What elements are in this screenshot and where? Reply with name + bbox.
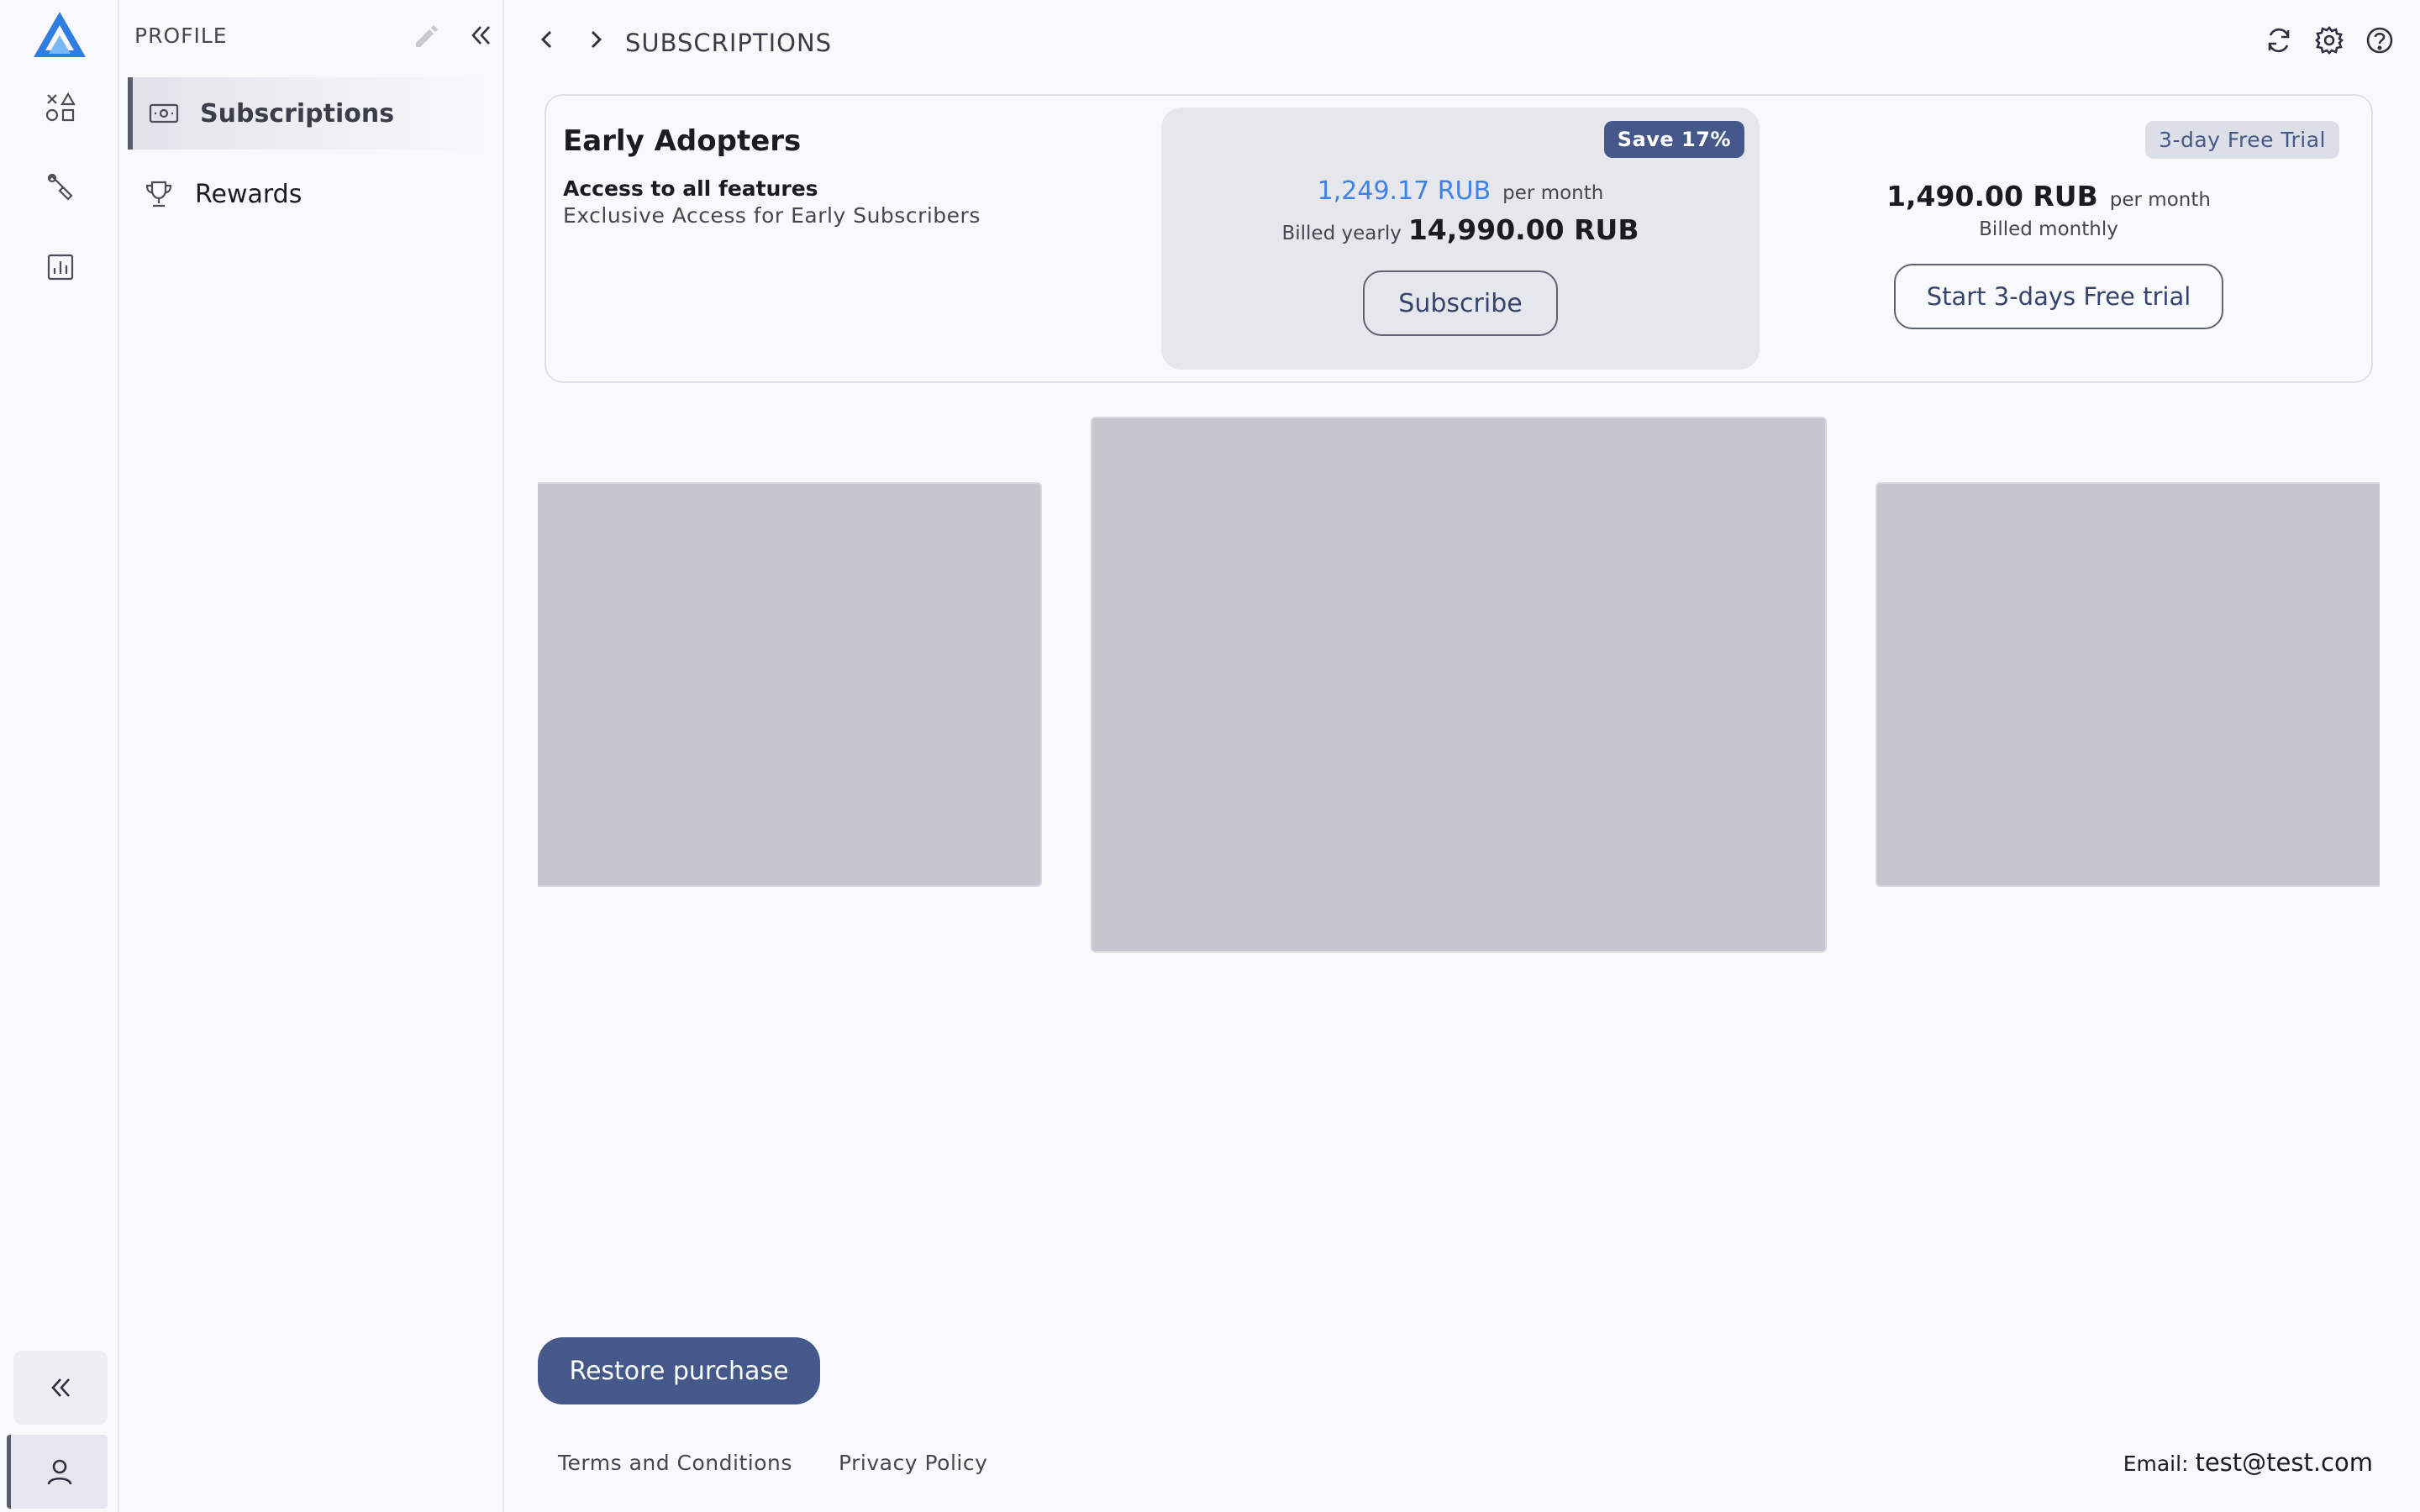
per-month-label: per month <box>2109 189 2211 211</box>
chart-icon[interactable] <box>34 240 87 294</box>
back-button[interactable] <box>533 25 566 59</box>
monthly-price: 1,490.00 RUB <box>1886 180 2098 213</box>
shapes-icon[interactable] <box>34 81 87 134</box>
chevron-right-icon <box>591 30 602 49</box>
yearly-monthly-price: 1,249.17 RUB <box>1317 176 1491 206</box>
sidebar-item-label: Subscriptions <box>200 98 395 129</box>
profile-panel: PROFILE Subscriptions Rewards <box>121 0 504 1512</box>
billed-monthly-label: Billed monthly <box>1979 218 2118 240</box>
gear-icon <box>2315 26 2344 55</box>
double-chevron-left-icon <box>51 1378 70 1397</box>
yearly-plan-option[interactable]: Save 17% 1,249.17 RUB per month Billed ye… <box>1161 108 1760 370</box>
carousel-slide-left[interactable] <box>538 482 1042 887</box>
refresh-icon <box>2268 28 2290 53</box>
pencil-icon[interactable] <box>412 22 440 50</box>
plan-description: Exclusive Access for Early Subscribers <box>563 203 981 228</box>
free-trial-badge: 3-day Free Trial <box>2145 121 2339 159</box>
app-window: PROFILE Subscriptions Rewards SUBSCRIPTI… <box>0 0 2420 1512</box>
plan-feature: Access to all features <box>563 176 818 201</box>
carousel-slide-center[interactable] <box>1091 417 1827 953</box>
forward-button[interactable] <box>581 25 615 59</box>
sidebar-item-rewards[interactable]: Rewards <box>128 158 489 230</box>
terms-link[interactable]: Terms and Conditions <box>558 1451 792 1475</box>
sidebar-item-subscriptions[interactable]: Subscriptions <box>128 77 489 150</box>
account-email: Email: test@test.com <box>2123 1448 2373 1477</box>
app-logo[interactable] <box>32 10 87 59</box>
billed-yearly-label: Billed yearly <box>1281 223 1402 244</box>
start-free-trial-button[interactable]: Start 3-days Free trial <box>1894 264 2223 329</box>
help-circle-icon <box>2366 27 2393 54</box>
save-badge: Save 17% <box>1603 121 1744 158</box>
email-label: Email: <box>2123 1452 2189 1476</box>
subscription-plan-card: Early Adopters Access to all features Ex… <box>544 94 2373 383</box>
chevron-left-icon <box>540 30 552 49</box>
refresh-button[interactable] <box>2264 25 2297 59</box>
sidebar-item-label: Rewards <box>195 179 302 209</box>
trophy-icon <box>145 181 172 207</box>
monthly-price-row: 1,490.00 RUB per month <box>1857 180 2240 213</box>
banknote-icon <box>149 103 179 123</box>
user-icon <box>47 1459 71 1485</box>
yearly-billed-row: Billed yearly 14,990.00 RUB <box>1161 213 1760 246</box>
carousel-slide-right[interactable] <box>1876 482 2380 887</box>
yearly-total-price: 14,990.00 RUB <box>1407 213 1639 246</box>
yearly-price-row: 1,249.17 RUB per month <box>1161 176 1760 206</box>
profile-button[interactable] <box>7 1435 108 1509</box>
double-chevron-left-icon <box>471 26 490 45</box>
page-title: SUBSCRIPTIONS <box>625 29 833 57</box>
email-value: test@test.com <box>2195 1448 2373 1477</box>
navigation-rail <box>0 0 119 1512</box>
help-button[interactable] <box>2365 25 2398 59</box>
subscribe-button[interactable]: Subscribe <box>1363 270 1558 336</box>
tools-icon[interactable] <box>34 160 87 213</box>
privacy-link[interactable]: Privacy Policy <box>839 1451 987 1475</box>
rail-collapse-button[interactable] <box>13 1351 108 1425</box>
plan-name: Early Adopters <box>563 124 802 158</box>
panel-title: PROFILE <box>134 24 228 48</box>
restore-purchase-button[interactable]: Restore purchase <box>538 1337 820 1404</box>
panel-collapse-button[interactable] <box>466 20 497 52</box>
settings-button[interactable] <box>2314 25 2348 59</box>
per-month-label: per month <box>1502 182 1604 204</box>
